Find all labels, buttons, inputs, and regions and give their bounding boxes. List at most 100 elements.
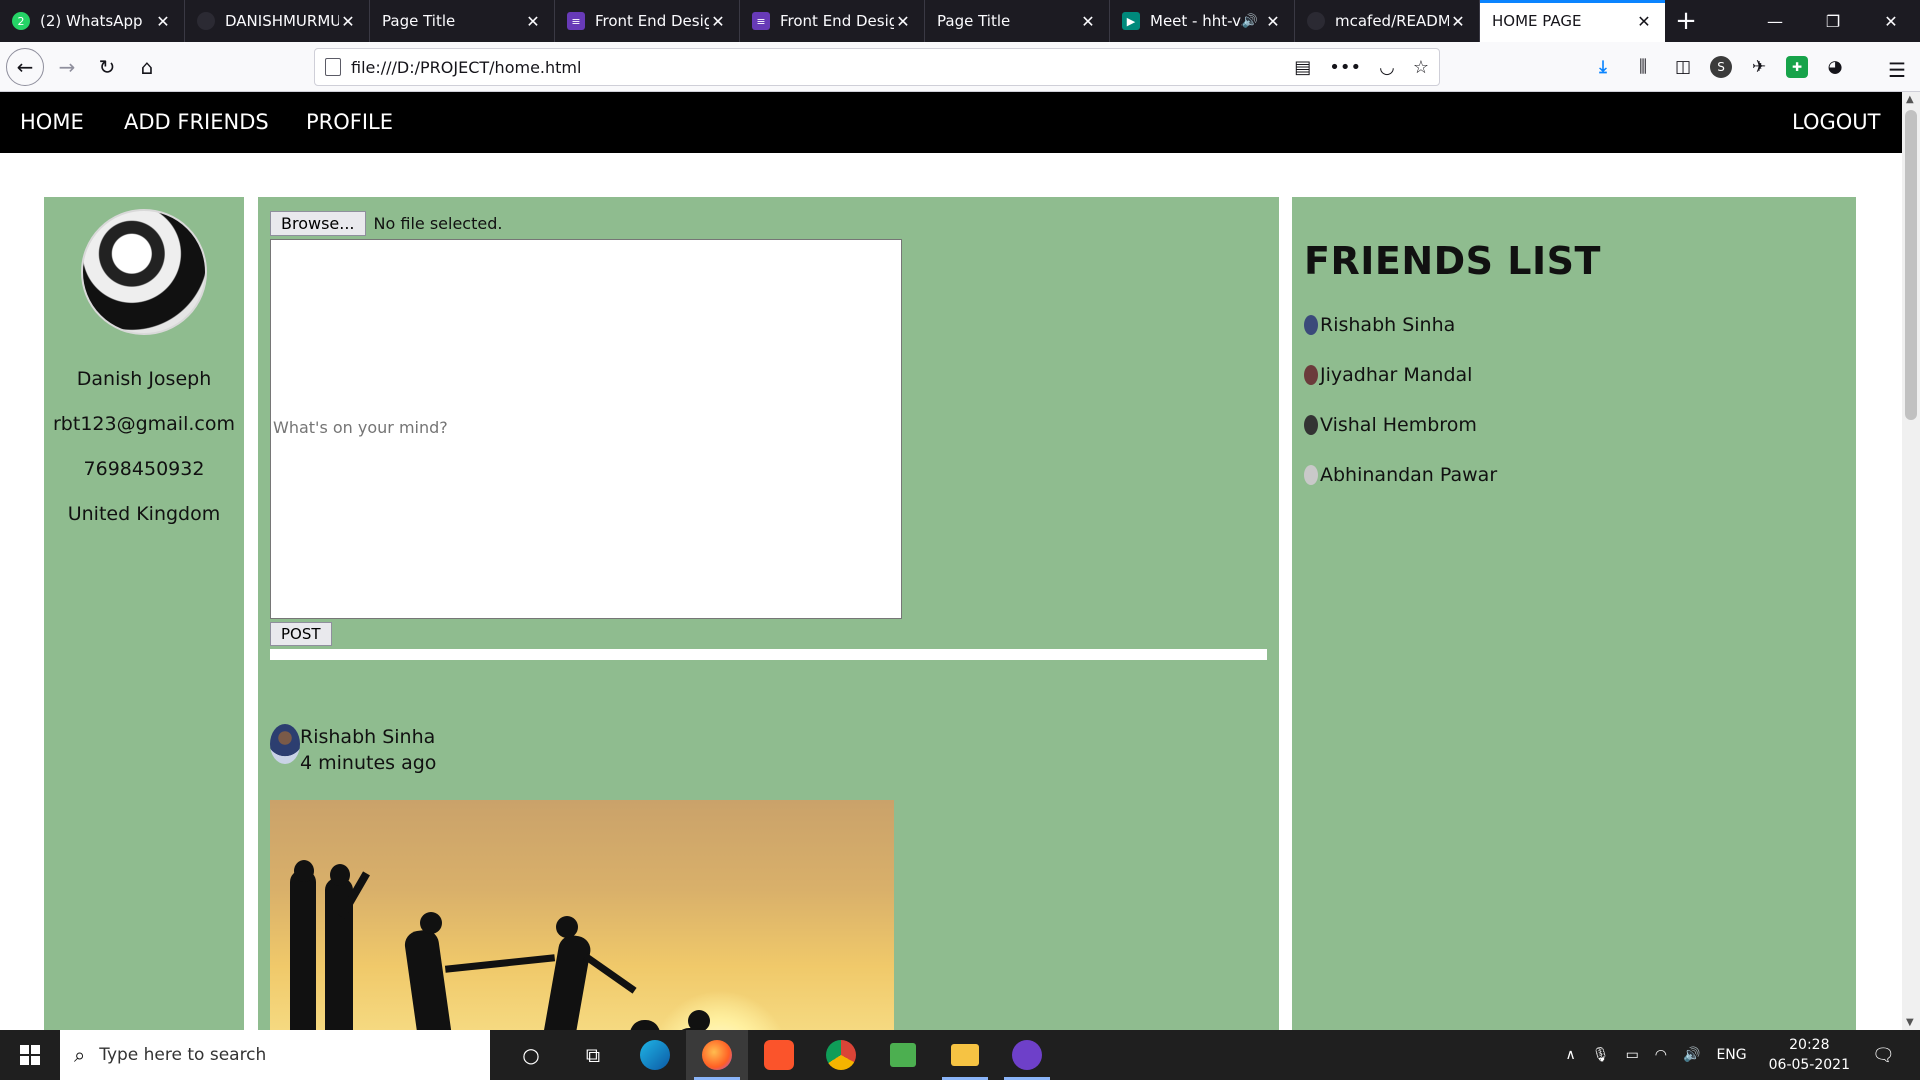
back-arrow-icon[interactable]: ←: [6, 48, 44, 86]
friend-name[interactable]: Jiyadhar Mandal: [1320, 364, 1472, 386]
pocket-icon[interactable]: ◡: [1379, 57, 1395, 78]
tab-label: DANISHMURMU: [225, 12, 339, 30]
bookmark-star-icon[interactable]: ☆: [1413, 57, 1429, 78]
notification-icon[interactable]: 🗨: [1872, 1045, 1912, 1066]
cortana-icon[interactable]: ○: [500, 1030, 562, 1080]
new-tab-button[interactable]: +: [1665, 0, 1707, 42]
library-icon[interactable]: ⫼: [1630, 54, 1656, 80]
friend-item[interactable]: Vishal Hembrom: [1304, 414, 1477, 436]
firefox-icon[interactable]: [686, 1030, 748, 1080]
restore-icon[interactable]: ❐: [1804, 0, 1862, 42]
tab-github-danishmurmu[interactable]: DANISHMURMU ✕: [185, 0, 370, 42]
battery-icon[interactable]: ▭: [1626, 1047, 1639, 1063]
tab-front-end-design[interactable]: ≡ Front End Design ✕: [555, 0, 740, 42]
tab-label: Meet - hht-vs: [1150, 12, 1242, 30]
friend-name[interactable]: Abhinandan Pawar: [1320, 464, 1497, 486]
tab-label: mcafed/README: [1335, 12, 1449, 30]
tab-front-end-design-2[interactable]: ≡ Front End Design ✕: [740, 0, 925, 42]
url-text[interactable]: file:///D:/PROJECT/home.html: [351, 58, 1294, 77]
wifi-icon[interactable]: ◠: [1655, 1047, 1667, 1063]
github-desktop-icon[interactable]: [996, 1030, 1058, 1080]
close-icon[interactable]: ✕: [524, 12, 542, 31]
language-indicator[interactable]: ENG: [1716, 1047, 1746, 1063]
friend-avatar: [1304, 315, 1318, 335]
nav-add-friends-link[interactable]: ADD FRIENDS: [124, 110, 269, 134]
close-icon[interactable]: ✕: [1264, 12, 1282, 31]
profile-avatar: [81, 209, 207, 335]
menu-icon[interactable]: ☰: [1888, 58, 1906, 82]
nav-profile-link[interactable]: PROFILE: [306, 110, 393, 134]
friend-avatar: [1304, 365, 1318, 385]
close-icon[interactable]: ✕: [894, 12, 912, 31]
volume-icon[interactable]: 🔊: [1683, 1047, 1700, 1063]
close-icon[interactable]: ✕: [1635, 12, 1653, 31]
file-picker: Browse... No file selected.: [270, 211, 502, 236]
feed-panel: Browse... No file selected. What's on yo…: [258, 197, 1279, 1030]
friends-title: FRIENDS LIST: [1304, 239, 1601, 283]
scrollbar-thumb[interactable]: [1905, 110, 1917, 420]
chrome-icon[interactable]: [810, 1030, 872, 1080]
tab-page-title[interactable]: Page Title ✕: [370, 0, 555, 42]
github-icon: [1307, 12, 1325, 30]
silhouette-arm: [444, 954, 556, 973]
brave-icon[interactable]: [748, 1030, 810, 1080]
divider: [270, 649, 1267, 660]
friend-name[interactable]: Rishabh Sinha: [1320, 314, 1455, 336]
minimize-icon[interactable]: —: [1746, 0, 1804, 42]
home-icon[interactable]: ⌂: [130, 50, 164, 84]
url-bar[interactable]: file:///D:/PROJECT/home.html ▤ ••• ◡ ☆: [314, 48, 1440, 86]
close-icon[interactable]: ✕: [709, 12, 727, 31]
post-textarea[interactable]: What's on your mind?: [270, 239, 902, 619]
friend-name[interactable]: Vishal Hembrom: [1320, 414, 1477, 436]
sidebar-icon[interactable]: ◫: [1670, 54, 1696, 80]
file-explorer-icon[interactable]: [934, 1030, 996, 1080]
close-window-icon[interactable]: ✕: [1862, 0, 1920, 42]
scroll-up-icon[interactable]: ▲: [1906, 94, 1914, 105]
page-scrollbar[interactable]: ▲ ▼: [1902, 92, 1920, 1030]
profile-country: United Kingdom: [67, 503, 221, 525]
scroll-down-icon[interactable]: ▼: [1906, 1017, 1914, 1028]
forward-arrow-icon[interactable]: →: [50, 50, 84, 84]
extension-shield-icon[interactable]: ✚: [1786, 56, 1808, 78]
post-author-name[interactable]: Rishabh Sinha: [300, 724, 436, 750]
meet-icon: ▶: [1122, 12, 1140, 30]
tab-whatsapp[interactable]: 2 (2) WhatsApp ✕: [0, 0, 185, 42]
friend-item[interactable]: Abhinandan Pawar: [1304, 464, 1497, 486]
tab-home-page[interactable]: HOME PAGE ✕: [1480, 0, 1665, 42]
start-button[interactable]: [0, 1030, 60, 1080]
reader-view-icon[interactable]: ▤: [1294, 57, 1311, 78]
task-view-icon[interactable]: ⧉: [562, 1030, 624, 1080]
avatar: [270, 724, 300, 764]
extension-bird-icon[interactable]: ✈: [1746, 54, 1772, 80]
friend-item[interactable]: Jiyadhar Mandal: [1304, 364, 1472, 386]
friend-item[interactable]: Rishabh Sinha: [1304, 314, 1455, 336]
close-icon[interactable]: ✕: [154, 12, 172, 31]
reload-icon[interactable]: ↻: [90, 50, 124, 84]
tab-meet[interactable]: ▶ Meet - hht-vs 🔊 ✕: [1110, 0, 1295, 42]
more-actions-icon[interactable]: •••: [1329, 57, 1361, 78]
microphone-icon[interactable]: 🎙: [1592, 1047, 1610, 1063]
close-icon[interactable]: ✕: [1449, 12, 1467, 31]
profile-phone: 7698450932: [83, 458, 205, 480]
photos-icon[interactable]: [872, 1030, 934, 1080]
close-icon[interactable]: ✕: [339, 12, 357, 31]
forms-icon: ≡: [752, 12, 770, 30]
post-timestamp: 4 minutes ago: [300, 752, 437, 774]
extension-globe-icon[interactable]: ◕: [1822, 54, 1848, 80]
nav-home-link[interactable]: HOME: [20, 110, 84, 134]
windows-logo-icon: [20, 1045, 40, 1065]
download-icon[interactable]: ⤓: [1590, 54, 1616, 80]
post-button[interactable]: POST: [270, 622, 332, 646]
edge-icon[interactable]: [624, 1030, 686, 1080]
chevron-up-icon[interactable]: ∧: [1566, 1047, 1576, 1063]
tab-page-title-2[interactable]: Page Title ✕: [925, 0, 1110, 42]
taskbar-search[interactable]: ⌕ Type here to search: [60, 1030, 490, 1080]
clock[interactable]: 20:28 06-05-2021: [1769, 1035, 1850, 1075]
browse-button[interactable]: Browse...: [270, 211, 366, 236]
tab-mcafed-readme[interactable]: mcafed/README ✕: [1295, 0, 1480, 42]
extension-s-icon[interactable]: S: [1710, 56, 1732, 78]
close-icon[interactable]: ✕: [1079, 12, 1097, 31]
speaker-icon[interactable]: 🔊: [1242, 14, 1258, 29]
tab-label: Page Title: [937, 12, 1011, 30]
nav-logout-link[interactable]: LOGOUT: [1792, 110, 1880, 134]
